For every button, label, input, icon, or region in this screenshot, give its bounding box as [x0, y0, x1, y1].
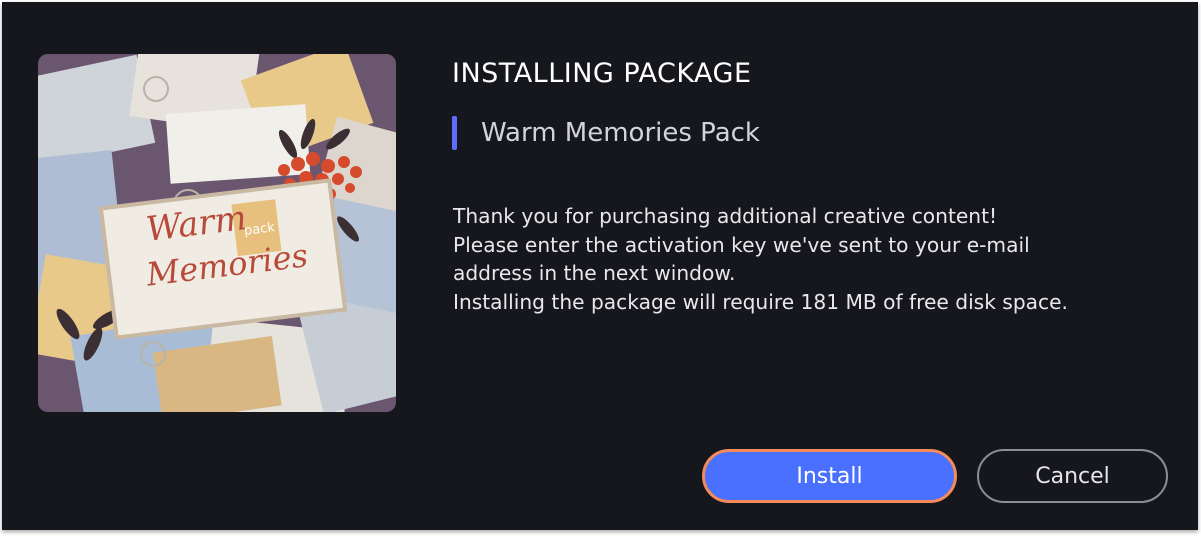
accent-bar	[452, 116, 457, 150]
install-package-dialog: Warm Memories pack INSTALLING PACKAGE Wa…	[2, 2, 1198, 530]
install-button[interactable]: Install	[702, 449, 957, 503]
dialog-title: INSTALLING PACKAGE	[452, 58, 752, 89]
description-line: Thank you for purchasing additional crea…	[453, 204, 998, 228]
package-name: Warm Memories Pack	[481, 118, 760, 148]
package-name-row: Warm Memories Pack	[452, 115, 760, 151]
description: Thank you for purchasing additional crea…	[453, 202, 1113, 316]
description-line: Installing the package will require 181 …	[453, 289, 1068, 314]
description-line: Please enter the activation key we've se…	[453, 232, 1030, 286]
package-thumbnail: Warm Memories pack	[38, 54, 396, 412]
cancel-button[interactable]: Cancel	[977, 449, 1168, 503]
